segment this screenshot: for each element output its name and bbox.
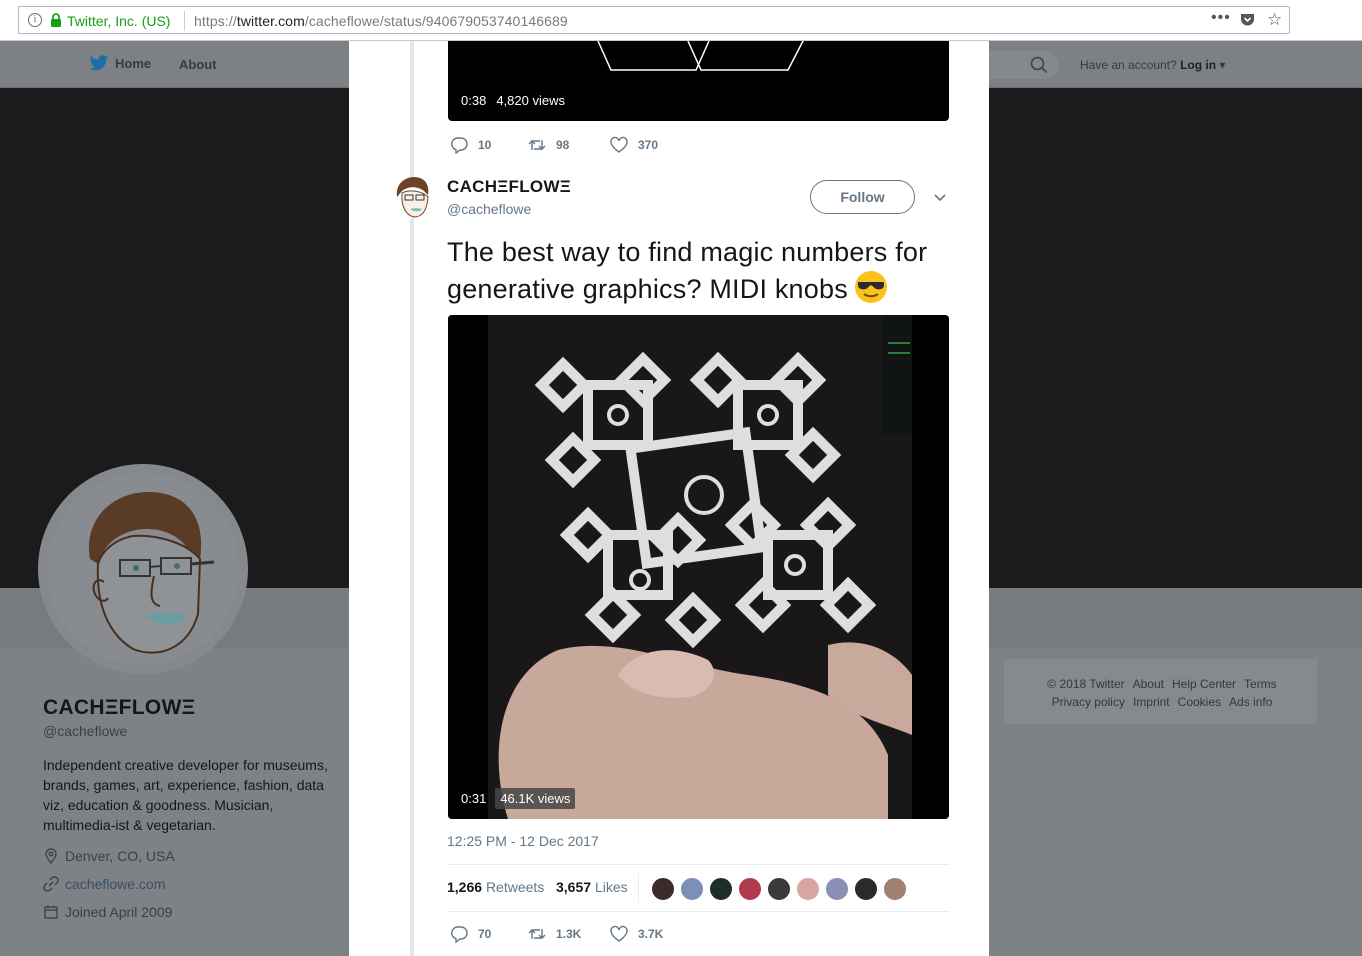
like-button[interactable]: 370 bbox=[610, 136, 658, 154]
heart-icon bbox=[610, 136, 628, 153]
tweet-author-avatar[interactable] bbox=[392, 175, 434, 221]
profile-avatar[interactable] bbox=[38, 464, 248, 674]
footer-terms[interactable]: Terms bbox=[1244, 677, 1277, 691]
site-identity[interactable]: Twitter, Inc. (US) bbox=[67, 13, 170, 29]
profile-name[interactable]: CACHΞFLOWΞ bbox=[43, 696, 196, 720]
reply-button[interactable]: 70 bbox=[450, 925, 528, 943]
profile-bio: Independent creative developer for museu… bbox=[43, 757, 328, 833]
video-duration: 0:38 bbox=[461, 93, 487, 108]
nav-home-label: Home bbox=[115, 56, 152, 71]
profile-location: Denver, CO, USA bbox=[43, 848, 175, 864]
search-icon[interactable] bbox=[1030, 56, 1048, 74]
lock-icon bbox=[51, 13, 61, 27]
video-duration: 0:31 bbox=[461, 791, 487, 806]
profile-website[interactable]: cacheflowe.com bbox=[43, 876, 165, 892]
retweet-button[interactable]: 98 bbox=[528, 136, 610, 154]
profile-joined: Joined April 2009 bbox=[43, 904, 172, 920]
video-views: 4,820 views bbox=[496, 93, 565, 108]
location-pin-icon bbox=[45, 848, 57, 864]
login-link[interactable]: Log in bbox=[1180, 58, 1216, 72]
footer-about[interactable]: About bbox=[1133, 677, 1164, 691]
address-bar[interactable]: i Twitter, Inc. (US) https://twitter.com… bbox=[18, 6, 1290, 34]
tweet-author-name[interactable]: CACHΞFLOWΞ bbox=[447, 177, 571, 197]
previous-tweet-video[interactable] bbox=[448, 41, 949, 121]
search-input[interactable] bbox=[989, 51, 1059, 79]
info-icon[interactable]: i bbox=[28, 13, 42, 27]
footer-privacy[interactable]: Privacy policy bbox=[1052, 695, 1125, 709]
video-frame bbox=[597, 41, 804, 71]
footer-imprint[interactable]: Imprint bbox=[1133, 695, 1170, 709]
nav-home[interactable]: Home bbox=[89, 55, 151, 72]
profile-handle[interactable]: @cacheflowe bbox=[43, 723, 127, 739]
previous-tweet-actions: 10 98 370 bbox=[450, 136, 658, 154]
page-actions-menu-icon[interactable]: ••• bbox=[1211, 9, 1231, 27]
bookmark-star-icon[interactable]: ☆ bbox=[1267, 10, 1282, 30]
liker-avatar[interactable] bbox=[766, 876, 792, 902]
footer-cookies[interactable]: Cookies bbox=[1178, 695, 1221, 709]
retweet-icon bbox=[528, 140, 546, 150]
main-video-stats: 0:31 46.1K views bbox=[456, 788, 576, 809]
liker-avatar[interactable] bbox=[853, 876, 879, 902]
heart-icon bbox=[610, 925, 628, 942]
retweet-icon bbox=[528, 929, 546, 939]
footer-links: © 2018 Twitter About Help Center Terms Priv… bbox=[1022, 675, 1302, 711]
calendar-icon bbox=[44, 905, 58, 919]
chevron-down-icon[interactable] bbox=[933, 190, 947, 204]
retweet-button[interactable]: 1.3K bbox=[528, 925, 610, 943]
video-views: 46.1K views bbox=[495, 788, 576, 809]
reply-icon bbox=[451, 137, 468, 154]
previous-video-stats: 0:38 4,820 views bbox=[461, 93, 565, 108]
sunglasses-emoji-icon bbox=[854, 271, 887, 303]
liker-avatar[interactable] bbox=[795, 876, 821, 902]
browser-toolbar: i Twitter, Inc. (US) https://twitter.com… bbox=[0, 0, 1362, 41]
divider bbox=[184, 11, 185, 31]
like-count[interactable]: 3,657 Likes bbox=[556, 879, 628, 895]
like-button[interactable]: 3.7K bbox=[610, 925, 663, 943]
tweet-author-handle[interactable]: @cacheflowe bbox=[447, 201, 531, 217]
liker-avatar[interactable] bbox=[824, 876, 850, 902]
tweet-stats: 1,266 Retweets 3,657 Likes bbox=[447, 864, 949, 912]
video-frame bbox=[448, 315, 949, 819]
reply-button[interactable]: 10 bbox=[450, 136, 528, 154]
footer-help[interactable]: Help Center bbox=[1172, 677, 1236, 691]
pocket-icon[interactable] bbox=[1240, 13, 1255, 27]
liker-avatar[interactable] bbox=[708, 876, 734, 902]
login-prompt: Have an account? Log in ▾ bbox=[1080, 58, 1226, 72]
nav-about[interactable]: About bbox=[179, 57, 217, 72]
twitter-bird-icon bbox=[89, 55, 109, 71]
tweet-actions: 70 1.3K 3.7K bbox=[450, 925, 663, 943]
url-text[interactable]: https://twitter.com/cacheflowe/status/94… bbox=[194, 13, 568, 29]
tweet-text: The best way to find magic numbers for g… bbox=[447, 237, 928, 304]
divider bbox=[638, 873, 639, 903]
follow-button[interactable]: Follow bbox=[810, 180, 915, 214]
liker-avatar[interactable] bbox=[737, 876, 763, 902]
retweet-count[interactable]: 1,266 Retweets bbox=[447, 879, 544, 895]
link-icon bbox=[43, 876, 59, 892]
reply-icon bbox=[451, 926, 468, 943]
liker-avatar[interactable] bbox=[679, 876, 705, 902]
footer-copyright: © 2018 Twitter bbox=[1047, 677, 1125, 691]
tweet-timestamp[interactable]: 12:25 PM - 12 Dec 2017 bbox=[447, 833, 599, 849]
liker-avatar[interactable] bbox=[882, 876, 908, 902]
tweet-video-player[interactable] bbox=[448, 315, 949, 819]
footer-ads[interactable]: Ads info bbox=[1229, 695, 1272, 709]
liker-avatar[interactable] bbox=[650, 876, 676, 902]
avatar-illustration bbox=[47, 473, 239, 665]
